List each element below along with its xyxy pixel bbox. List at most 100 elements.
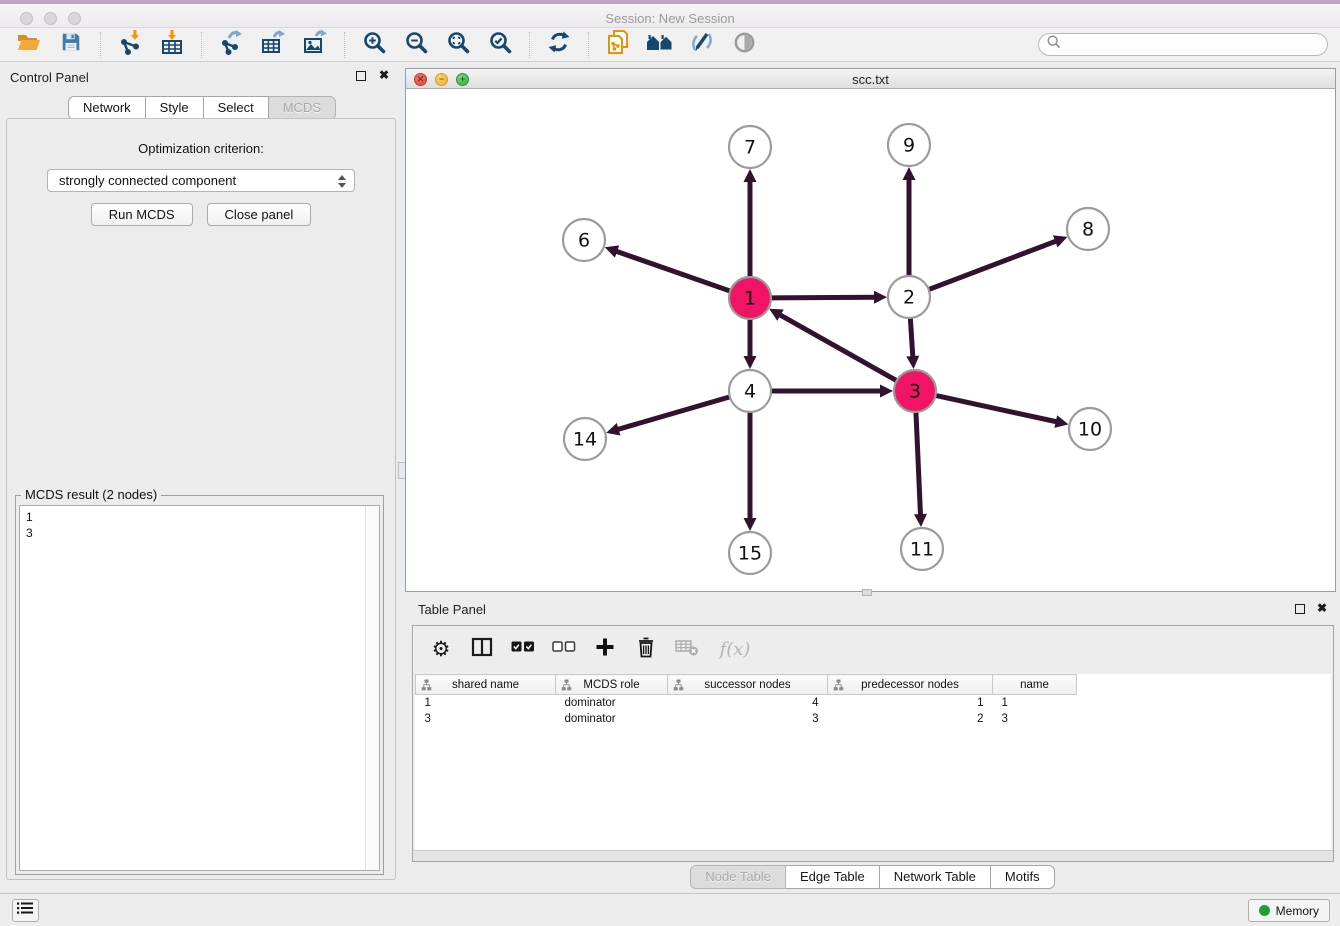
graph-node-6[interactable]: 6: [563, 219, 605, 261]
graph-node-15[interactable]: 15: [729, 532, 771, 574]
home-button[interactable]: [645, 30, 675, 60]
refresh-icon: [546, 29, 572, 60]
graph-node-9[interactable]: 9: [888, 124, 930, 166]
zoom-fit-button[interactable]: [443, 30, 473, 60]
tab-edge-table[interactable]: Edge Table: [786, 865, 880, 889]
split-panel-button[interactable]: [470, 637, 494, 661]
export-network-button[interactable]: [216, 30, 246, 60]
table-delete-icon: [675, 637, 699, 662]
graph-node-2[interactable]: 2: [888, 276, 930, 318]
table-cell[interactable]: 3: [668, 711, 828, 727]
graph-edge-3-11[interactable]: [914, 412, 927, 527]
graph-node-14[interactable]: 14: [564, 418, 606, 460]
dropdown-stepper-icon: [338, 174, 347, 189]
function-builder-button[interactable]: f(x): [716, 637, 754, 661]
zoom-in-button[interactable]: [359, 30, 389, 60]
criterion-dropdown[interactable]: strongly connected component: [47, 169, 355, 192]
table-cell[interactable]: 1: [828, 695, 993, 711]
graph-edge-1-6[interactable]: [605, 245, 730, 291]
graph-edge-2-9[interactable]: [903, 167, 916, 276]
table-cell[interactable]: 4: [668, 695, 828, 711]
table-cell[interactable]: 2: [828, 711, 993, 727]
tab-style[interactable]: Style: [146, 96, 204, 120]
table-cell[interactable]: 1: [993, 695, 1077, 711]
graph-edge-1-7[interactable]: [744, 169, 757, 277]
memory-button[interactable]: Memory: [1248, 899, 1330, 922]
deselect-all-button[interactable]: [552, 637, 576, 661]
network-from-clipboard-button[interactable]: [603, 30, 633, 60]
column-header-predecessor-nodes[interactable]: predecessor nodes: [828, 675, 993, 695]
refresh-button[interactable]: [544, 30, 574, 60]
table-body-area[interactable]: shared nameMCDS rolesuccessor nodesprede…: [415, 674, 1331, 852]
table-cell[interactable]: dominator: [556, 695, 668, 711]
graph-edge-4-15[interactable]: [744, 412, 757, 531]
table-close-icon[interactable]: ✖: [1317, 601, 1327, 615]
tab-network[interactable]: Network: [68, 96, 146, 120]
run-mcds-button[interactable]: Run MCDS: [91, 203, 193, 226]
network-window-titlebar[interactable]: ✕ − + scc.txt: [406, 69, 1335, 89]
export-image-button[interactable]: [300, 30, 330, 60]
column-header-name[interactable]: name: [993, 675, 1077, 695]
tab-node-table[interactable]: Node Table: [690, 865, 786, 889]
column-header-successor-nodes[interactable]: successor nodes: [668, 675, 828, 695]
graph-edge-3-10[interactable]: [936, 395, 1069, 427]
destroy-table-button[interactable]: [675, 637, 699, 661]
graph-node-11[interactable]: 11: [901, 528, 943, 570]
tab-select[interactable]: Select: [204, 96, 269, 120]
graph-node-3[interactable]: 3: [894, 370, 936, 412]
plus-icon: [595, 637, 615, 662]
svg-text:1: 1: [744, 288, 756, 310]
hide-graphics-details-button[interactable]: [687, 30, 717, 60]
graph-edge-1-4[interactable]: [744, 319, 757, 369]
search-icon: [1046, 34, 1062, 55]
mcds-result-area[interactable]: 1 3: [19, 505, 380, 871]
search-field[interactable]: [1038, 33, 1328, 56]
graph-node-8[interactable]: 8: [1067, 208, 1109, 250]
zoom-out-button[interactable]: [401, 30, 431, 60]
table-cell[interactable]: 3: [993, 711, 1077, 727]
network-resize-handle[interactable]: [862, 589, 872, 596]
graph-node-1[interactable]: 1: [729, 277, 771, 319]
open-file-button[interactable]: [14, 30, 44, 60]
tab-mcds[interactable]: MCDS: [269, 96, 336, 120]
svg-text:4: 4: [744, 381, 756, 403]
graph-node-7[interactable]: 7: [729, 126, 771, 168]
table-cell[interactable]: dominator: [556, 711, 668, 727]
table-float-icon[interactable]: [1295, 604, 1305, 614]
table-cell[interactable]: 3: [416, 711, 556, 727]
graph-node-4[interactable]: 4: [729, 370, 771, 412]
import-network-button[interactable]: [115, 30, 145, 60]
close-panel-icon[interactable]: ✖: [379, 68, 389, 82]
float-panel-icon[interactable]: [356, 71, 366, 81]
column-header-MCDS-role[interactable]: MCDS role: [556, 675, 668, 695]
graph-edge-3-1[interactable]: [769, 309, 897, 381]
birdseye-view-button[interactable]: [729, 30, 759, 60]
select-all-button[interactable]: [511, 637, 535, 661]
tab-motifs[interactable]: Motifs: [991, 865, 1055, 889]
tab-network-table[interactable]: Network Table: [880, 865, 991, 889]
table-row[interactable]: 3dominator323: [416, 711, 1077, 727]
export-image-icon: [302, 29, 328, 60]
task-history-button[interactable]: [12, 899, 39, 922]
network-canvas[interactable]: 7 9 6 8 1 2 4 3 14 10 15 11: [406, 89, 1335, 591]
graph-edge-2-8[interactable]: [929, 235, 1068, 289]
graph-edge-4-3[interactable]: [771, 385, 893, 398]
export-table-button[interactable]: [258, 30, 288, 60]
table-cell[interactable]: 1: [416, 695, 556, 711]
delete-column-button[interactable]: [634, 637, 658, 661]
graph-edge-1-2[interactable]: [771, 291, 887, 304]
result-scrollbar[interactable]: [365, 506, 379, 870]
graph-edge-4-14[interactable]: [606, 397, 730, 436]
table-settings-button[interactable]: ⚙: [429, 637, 453, 661]
table-panel: Table Panel ✖ ⚙: [405, 600, 1340, 893]
zoom-selected-button[interactable]: [485, 30, 515, 60]
save-session-button[interactable]: [56, 30, 86, 60]
import-table-button[interactable]: [157, 30, 187, 60]
close-panel-button[interactable]: Close panel: [207, 203, 312, 226]
column-header-shared-name[interactable]: shared name: [416, 675, 556, 695]
graph-node-10[interactable]: 10: [1069, 408, 1111, 450]
add-column-button[interactable]: [593, 637, 617, 661]
graph-edge-2-3[interactable]: [906, 318, 919, 369]
search-input[interactable]: [1062, 35, 1327, 54]
table-row[interactable]: 1dominator411: [416, 695, 1077, 711]
